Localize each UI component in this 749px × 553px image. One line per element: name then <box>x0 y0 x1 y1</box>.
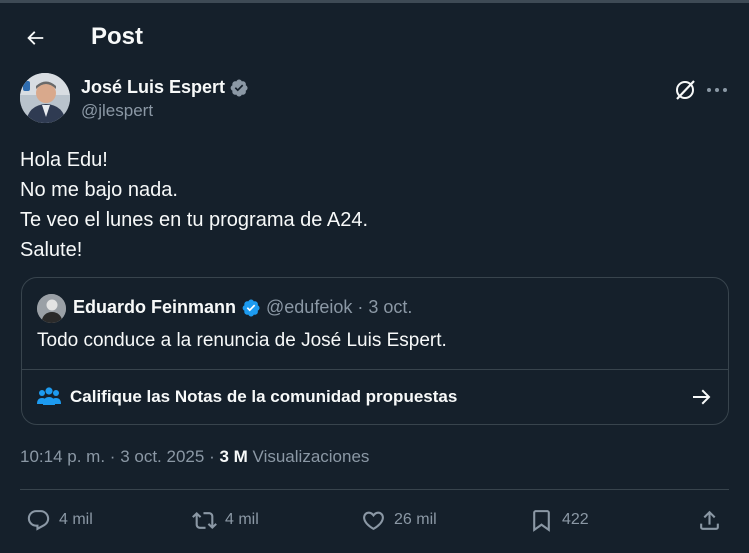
community-people-icon <box>37 387 61 405</box>
bookmark-icon <box>533 509 550 532</box>
author-handle[interactable]: @jlespert <box>81 101 153 121</box>
more-options-button[interactable] <box>704 77 730 103</box>
share-button[interactable] <box>697 503 722 537</box>
author-avatar[interactable] <box>20 73 70 123</box>
verified-badge-icon <box>241 298 261 318</box>
more-dots-icon <box>707 88 727 92</box>
author-name[interactable]: José Luis Espert <box>81 77 249 98</box>
community-notes-label: Califique las Notas de la comunidad prop… <box>70 387 458 406</box>
bookmark-count: 422 <box>562 511 589 528</box>
post-time[interactable]: 10:14 p. m. <box>20 447 105 466</box>
bookmark-button[interactable]: 422 <box>529 503 589 537</box>
top-bar: Post <box>0 3 749 73</box>
like-count: 26 mil <box>394 511 437 528</box>
reply-button[interactable]: 4 mil <box>26 503 93 537</box>
quoted-author-handle[interactable]: @edufeiok <box>266 297 352 318</box>
share-icon <box>700 510 719 530</box>
meta-separator: · <box>109 447 116 466</box>
meta-separator: · <box>357 297 364 317</box>
repost-button[interactable]: 4 mil <box>192 503 259 537</box>
repost-count: 4 mil <box>225 511 259 528</box>
quoted-post-header: Eduardo Feinmann @edufeiok · 3 oct. <box>73 297 412 318</box>
community-notes-prompt[interactable]: Califique las Notas de la comunidad prop… <box>22 369 728 424</box>
grok-icon <box>676 80 695 100</box>
meta-separator: · <box>209 447 215 466</box>
grok-button[interactable] <box>672 77 698 103</box>
arrow-right-icon <box>693 389 711 405</box>
author-portrait-image <box>20 73 70 123</box>
post-author: José Luis Espert @jlespert <box>20 73 730 125</box>
post-text-line: Hola Edu! <box>20 149 108 171</box>
views-count: 3 M <box>219 447 248 466</box>
back-arrow-icon <box>27 31 44 45</box>
divider <box>20 489 729 490</box>
author-name-text: José Luis Espert <box>81 77 226 97</box>
heart-icon <box>363 511 384 530</box>
repost-icon <box>192 511 217 529</box>
verified-badge-icon <box>229 78 249 98</box>
post-timestamp: 10:14 p. m. · 3 oct. 2025 · 3 M Visualiz… <box>20 447 369 467</box>
quoted-author-name[interactable]: Eduardo Feinmann <box>73 297 236 318</box>
reply-count: 4 mil <box>59 511 93 528</box>
post-text-line: No me bajo nada. <box>20 179 178 201</box>
back-button[interactable] <box>18 21 52 55</box>
post-text-line: Te veo el lunes en tu programa de A24. <box>20 209 369 231</box>
post-date[interactable]: 3 oct. 2025 <box>120 447 204 466</box>
quoted-author-avatar[interactable] <box>37 294 66 323</box>
views-label: Visualizaciones <box>252 447 370 466</box>
quoted-post[interactable]: Eduardo Feinmann @edufeiok · 3 oct. Todo… <box>21 277 729 425</box>
page-title: Post <box>91 23 144 50</box>
reply-icon <box>27 509 50 531</box>
quoted-author-portrait-image <box>37 294 66 323</box>
like-button[interactable]: 26 mil <box>361 503 437 537</box>
quoted-post-date[interactable]: 3 oct. <box>368 297 412 318</box>
post-text: Hola Edu! No me bajo nada. Te veo el lun… <box>20 145 368 265</box>
post-text-line: Salute! <box>20 239 83 261</box>
quoted-post-text: Todo conduce a la renuncia de José Luis … <box>37 330 447 351</box>
action-bar: 4 mil 4 mil 26 mil 422 <box>20 503 729 537</box>
